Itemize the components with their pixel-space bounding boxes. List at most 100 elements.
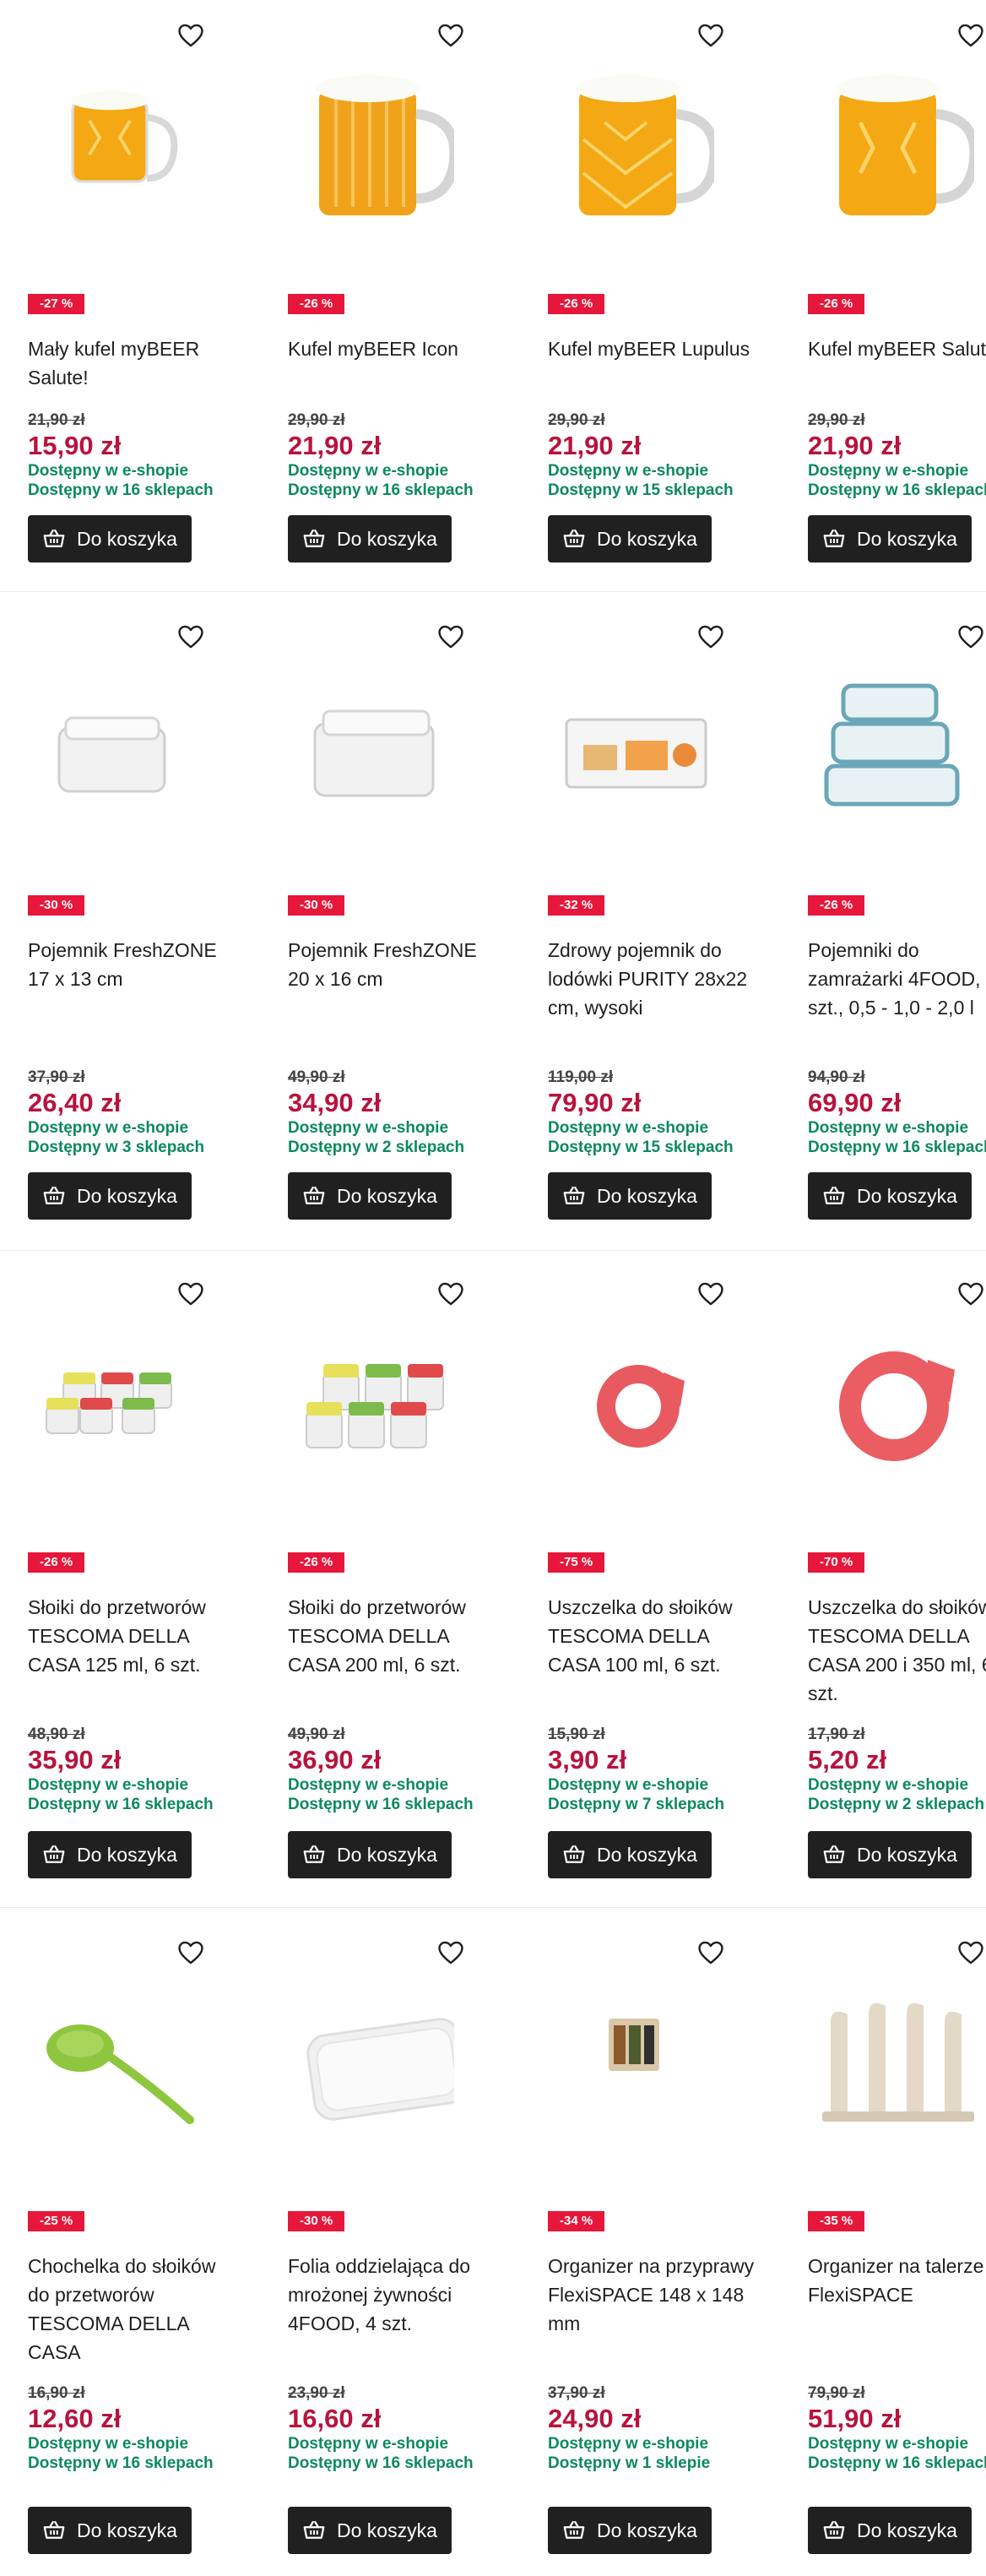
add-to-cart-button[interactable]: Do koszyka bbox=[808, 2507, 972, 2554]
product-card[interactable]: -26 % Słoiki do przetworów TESCOMA DELLA… bbox=[260, 1258, 510, 1917]
wishlist-heart-icon[interactable] bbox=[696, 1279, 726, 1309]
wishlist-heart-icon[interactable] bbox=[696, 1937, 726, 1968]
product-title[interactable]: Uszczelka do słoików TESCOMA DELLA CASA … bbox=[808, 1593, 986, 1708]
product-card[interactable]: -26 % Pojemniki do zamrażarki 4FOOD, 3 s… bbox=[780, 601, 986, 1260]
product-card[interactable]: -32 % Zdrowy pojemnik do lodówki PURITY … bbox=[520, 601, 770, 1260]
product-card[interactable]: -34 % Organizer na przyprawy FlexiSPACE … bbox=[520, 1917, 770, 2576]
product-title[interactable]: Kufel myBEER Icon bbox=[288, 334, 499, 363]
product-image[interactable] bbox=[285, 1968, 467, 2137]
product-title[interactable]: Pojemnik FreshZONE 17 x 13 cm bbox=[28, 936, 239, 993]
add-to-cart-button[interactable]: Do koszyka bbox=[28, 2507, 192, 2554]
availability-stores[interactable]: Dostępny w 7 sklepach bbox=[548, 1795, 724, 1814]
wishlist-heart-icon[interactable] bbox=[436, 20, 466, 51]
product-title[interactable]: Chochelka do słoików do przetworów TESCO… bbox=[28, 2252, 239, 2367]
wishlist-heart-icon[interactable] bbox=[176, 622, 206, 652]
product-title[interactable]: Pojemnik FreshZONE 20 x 16 cm bbox=[288, 936, 499, 993]
old-price: 21,90 zł bbox=[28, 411, 85, 429]
product-image[interactable] bbox=[285, 51, 460, 220]
add-to-cart-label: Do koszyka bbox=[337, 1843, 437, 1866]
product-title[interactable]: Organizer na przyprawy FlexiSPACE 148 x … bbox=[548, 2252, 759, 2338]
product-card[interactable]: -25 % Chochelka do słoików do przetworów… bbox=[0, 1917, 250, 2576]
product-card[interactable]: -27 % Mały kufel myBEER Salute! 21,90 zł… bbox=[0, 0, 250, 659]
availability-stores[interactable]: Dostępny w 16 sklepach bbox=[288, 481, 474, 500]
product-title[interactable]: Słoiki do przetworów TESCOMA DELLA CASA … bbox=[28, 1593, 239, 1679]
availability-stores[interactable]: Dostępny w 15 sklepach bbox=[548, 481, 734, 500]
wishlist-heart-icon[interactable] bbox=[696, 622, 726, 652]
product-card[interactable]: -30 % Pojemnik FreshZONE 17 x 13 cm 37,9… bbox=[0, 601, 250, 1260]
wishlist-heart-icon[interactable] bbox=[436, 1937, 466, 1968]
availability-stores[interactable]: Dostępny w 16 sklepach bbox=[28, 481, 214, 500]
add-to-cart-button[interactable]: Do koszyka bbox=[288, 1831, 452, 1878]
price-block: 79,90 zł 51,90 zł Dostępny w e-shopie Do… bbox=[808, 2383, 986, 2473]
wishlist-heart-icon[interactable] bbox=[436, 1279, 466, 1309]
product-title[interactable]: Kufel myBEER Lupulus bbox=[548, 334, 759, 363]
product-image[interactable] bbox=[25, 51, 194, 220]
wishlist-heart-icon[interactable] bbox=[956, 622, 986, 652]
product-image[interactable] bbox=[25, 1309, 194, 1478]
product-title[interactable]: Zdrowy pojemnik do lodówki PURITY 28x22 … bbox=[548, 936, 759, 1022]
availability-stores[interactable]: Dostępny w 2 sklepach bbox=[808, 1795, 984, 1814]
wishlist-heart-icon[interactable] bbox=[956, 1937, 986, 1968]
add-to-cart-button[interactable]: Do koszyka bbox=[808, 1172, 972, 1220]
product-image[interactable] bbox=[805, 652, 974, 821]
product-image[interactable] bbox=[285, 652, 454, 821]
add-to-cart-button[interactable]: Do koszyka bbox=[28, 515, 192, 562]
availability-stores[interactable]: Dostępny w 1 sklepie bbox=[548, 2454, 710, 2473]
product-card[interactable]: -30 % Folia oddzielająca do mrożonej żyw… bbox=[260, 1917, 510, 2576]
availability-stores[interactable]: Dostępny w 2 sklepach bbox=[288, 1138, 464, 1157]
product-card[interactable]: -26 % Kufel myBEER Salute! 29,90 zł 21,9… bbox=[780, 0, 986, 659]
product-card[interactable]: -75 % Uszczelka do słoików TESCOMA DELLA… bbox=[520, 1258, 770, 1917]
wishlist-heart-icon[interactable] bbox=[956, 1279, 986, 1309]
add-to-cart-button[interactable]: Do koszyka bbox=[288, 515, 452, 562]
product-title[interactable]: Folia oddzielająca do mrożonej żywności … bbox=[288, 2252, 499, 2338]
product-title[interactable]: Pojemniki do zamrażarki 4FOOD, 3 szt., 0… bbox=[808, 936, 986, 1022]
availability-stores[interactable]: Dostępny w 16 sklepach bbox=[288, 1795, 474, 1814]
wishlist-heart-icon[interactable] bbox=[176, 1279, 206, 1309]
wishlist-heart-icon[interactable] bbox=[696, 20, 726, 51]
product-title[interactable]: Słoiki do przetworów TESCOMA DELLA CASA … bbox=[288, 1593, 499, 1679]
add-to-cart-button[interactable]: Do koszyka bbox=[28, 1831, 192, 1878]
product-image[interactable] bbox=[545, 652, 714, 821]
add-to-cart-button[interactable]: Do koszyka bbox=[288, 2507, 452, 2554]
product-card[interactable]: -26 % Słoiki do przetworów TESCOMA DELLA… bbox=[0, 1258, 250, 1917]
add-to-cart-button[interactable]: Do koszyka bbox=[28, 1172, 192, 1220]
availability-stores[interactable]: Dostępny w 16 sklepach bbox=[808, 2454, 986, 2473]
product-image[interactable] bbox=[545, 51, 720, 220]
add-to-cart-button[interactable]: Do koszyka bbox=[288, 1172, 452, 1220]
product-image[interactable] bbox=[285, 1309, 454, 1478]
product-image[interactable] bbox=[805, 1968, 974, 2137]
product-card[interactable]: -26 % Kufel myBEER Lupulus 29,90 zł 21,9… bbox=[520, 0, 770, 659]
wishlist-heart-icon[interactable] bbox=[176, 20, 206, 51]
product-image[interactable] bbox=[25, 1968, 194, 2137]
wishlist-heart-icon[interactable] bbox=[176, 1937, 206, 1968]
availability-stores[interactable]: Dostępny w 16 sklepach bbox=[28, 2454, 214, 2473]
product-image[interactable] bbox=[805, 1309, 974, 1478]
availability-stores[interactable]: Dostępny w 3 sklepach bbox=[28, 1138, 204, 1157]
product-image[interactable] bbox=[545, 1309, 714, 1478]
availability-stores[interactable]: Dostępny w 16 sklepach bbox=[28, 1795, 214, 1814]
product-title[interactable]: Kufel myBEER Salute! bbox=[808, 334, 986, 363]
add-to-cart-button[interactable]: Do koszyka bbox=[808, 515, 972, 562]
availability-eshop: Dostępny w e-shopie bbox=[288, 2435, 449, 2453]
product-title[interactable]: Uszczelka do słoików TESCOMA DELLA CASA … bbox=[548, 1593, 759, 1679]
add-to-cart-button[interactable]: Do koszyka bbox=[548, 1831, 712, 1878]
add-to-cart-button[interactable]: Do koszyka bbox=[548, 1172, 712, 1220]
product-image[interactable] bbox=[805, 51, 980, 220]
product-image[interactable] bbox=[25, 652, 194, 821]
add-to-cart-button[interactable]: Do koszyka bbox=[548, 515, 712, 562]
wishlist-heart-icon[interactable] bbox=[956, 20, 986, 51]
product-card[interactable]: -35 % Organizer na talerze FlexiSPACE 79… bbox=[780, 1917, 986, 2576]
product-title[interactable]: Organizer na talerze FlexiSPACE bbox=[808, 2252, 986, 2309]
product-card[interactable]: -70 % Uszczelka do słoików TESCOMA DELLA… bbox=[780, 1258, 986, 1917]
product-image[interactable] bbox=[545, 1968, 714, 2137]
product-card[interactable]: -26 % Kufel myBEER Icon 29,90 zł 21,90 z… bbox=[260, 0, 510, 659]
availability-stores[interactable]: Dostępny w 16 sklepach bbox=[808, 1138, 986, 1157]
product-card[interactable]: -30 % Pojemnik FreshZONE 20 x 16 cm 49,9… bbox=[260, 601, 510, 1260]
wishlist-heart-icon[interactable] bbox=[436, 622, 466, 652]
availability-stores[interactable]: Dostępny w 15 sklepach bbox=[548, 1138, 734, 1157]
add-to-cart-button[interactable]: Do koszyka bbox=[808, 1831, 972, 1878]
product-title[interactable]: Mały kufel myBEER Salute! bbox=[28, 334, 239, 392]
add-to-cart-button[interactable]: Do koszyka bbox=[548, 2507, 712, 2554]
availability-stores[interactable]: Dostępny w 16 sklepach bbox=[288, 2454, 474, 2473]
availability-stores[interactable]: Dostępny w 16 sklepach bbox=[808, 481, 986, 500]
